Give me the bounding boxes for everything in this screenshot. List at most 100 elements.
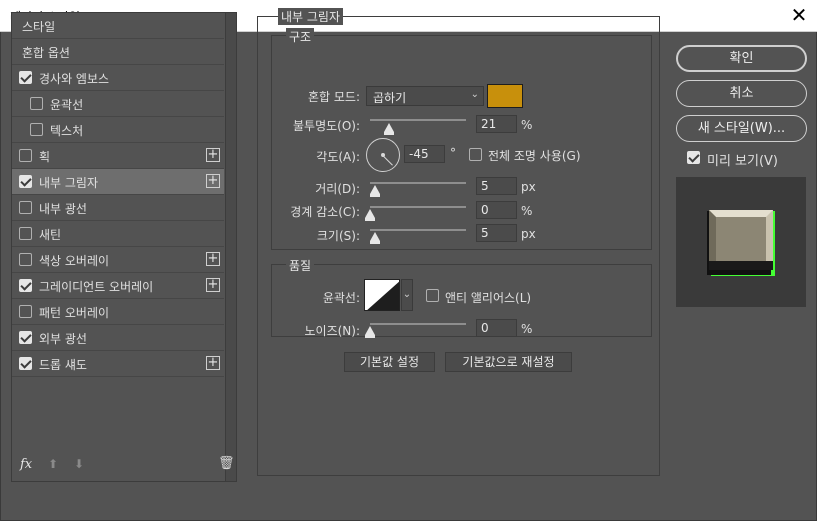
distance-unit: px (521, 180, 536, 194)
chevron-down-icon: ⌄ (470, 89, 479, 100)
angle-unit: ° (450, 146, 456, 160)
size-slider-track[interactable] (370, 229, 466, 231)
style-item[interactable]: 색상 오버레이 + (12, 247, 224, 273)
style-preview (676, 177, 806, 307)
size-label: 크기(S): (316, 229, 360, 243)
opacity-label: 불투명도(O): (292, 119, 360, 133)
style-item-label: 그레이디언트 오버레이 (39, 280, 154, 294)
distance-input[interactable]: 5 (476, 177, 517, 195)
distance-slider-handle[interactable] (370, 185, 380, 197)
contour-curve-icon (367, 281, 399, 310)
trash-icon[interactable]: 🗑 (218, 456, 235, 471)
styles-scrollbar[interactable] (225, 13, 236, 481)
style-item-label: 새틴 (39, 228, 62, 242)
style-item-label: 획 (39, 150, 51, 164)
style-item[interactable]: 획 + (12, 143, 224, 169)
global-light-checkbox[interactable] (469, 148, 482, 161)
choke-slider-handle[interactable] (365, 209, 375, 221)
noise-unit: % (521, 322, 533, 336)
style-item[interactable]: 외부 광선 (12, 325, 224, 351)
style-item-checkbox[interactable] (19, 149, 32, 162)
choke-input[interactable]: 0 (476, 201, 517, 219)
style-item-checkbox[interactable] (19, 175, 32, 188)
distance-label: 거리(D): (315, 182, 360, 196)
distance-slider-track[interactable] (370, 182, 466, 184)
add-icon[interactable]: + (206, 356, 220, 370)
style-item[interactable]: 경사와 엠보스 (12, 65, 224, 91)
choke-slider-track[interactable] (370, 206, 466, 208)
shadow-color-swatch[interactable] (487, 84, 523, 108)
new-style-button[interactable]: 새 스타일(W)... (676, 115, 807, 142)
make-default-button[interactable]: 기본값 설정 (344, 352, 435, 372)
style-item-label: 경사와 엠보스 (39, 72, 110, 86)
style-item-label: 색상 오버레이 (39, 254, 110, 268)
move-down-icon[interactable]: ⬇ (74, 457, 84, 471)
global-light-label: 전체 조명 사용(G) (488, 149, 581, 163)
structure-title: 구조 (286, 28, 315, 45)
style-item[interactable]: 패턴 오버레이 (12, 299, 224, 325)
style-item[interactable]: 혼합 옵션 (12, 39, 224, 65)
ok-button[interactable]: 확인 (676, 45, 807, 72)
style-item-checkbox[interactable] (19, 201, 32, 214)
opacity-unit: % (521, 118, 533, 132)
style-item[interactable]: 그레이디언트 오버레이 + (12, 273, 224, 299)
noise-input[interactable]: 0 (476, 319, 517, 337)
fx-icon[interactable]: fx (20, 457, 32, 472)
contour-picker[interactable] (364, 279, 400, 311)
style-item[interactable]: 스타일 (12, 13, 224, 39)
opacity-slider-track[interactable] (370, 119, 466, 121)
style-item-checkbox[interactable] (19, 305, 32, 318)
choke-label: 경계 감소(C): (290, 205, 360, 219)
angle-label: 각도(A): (316, 150, 360, 164)
preview-checkbox[interactable] (687, 151, 700, 164)
add-icon[interactable]: + (206, 278, 220, 292)
style-item-label: 혼합 옵션 (22, 46, 70, 60)
style-item-label: 내부 그림자 (39, 176, 99, 190)
style-item-label: 외부 광선 (39, 332, 87, 346)
close-icon[interactable]: ✕ (787, 4, 811, 28)
noise-slider-handle[interactable] (365, 326, 375, 338)
angle-input[interactable]: -45 (404, 145, 445, 163)
blend-mode-value: 곱하기 (373, 91, 407, 105)
style-item-checkbox[interactable] (19, 71, 32, 84)
cancel-button[interactable]: 취소 (676, 80, 807, 107)
style-item-label: 내부 광선 (39, 202, 87, 216)
inner-shadow-title: 내부 그림자 (278, 8, 344, 25)
style-item[interactable]: 드롭 섀도 + (12, 351, 224, 377)
style-item[interactable]: 새틴 (12, 221, 224, 247)
contour-dropdown-icon[interactable]: ⌄ (401, 279, 413, 311)
style-item[interactable]: 윤곽선 (12, 91, 224, 117)
add-icon[interactable]: + (206, 148, 220, 162)
style-item-checkbox[interactable] (30, 123, 43, 136)
style-item[interactable]: 텍스처 (12, 117, 224, 143)
reset-default-button[interactable]: 기본값으로 재설정 (445, 352, 572, 372)
styles-panel: 스타일 혼합 옵션 경사와 엠보스 윤곽선 텍스처 획 + 내부 그림자 + 내부 광선 새틴 색상 … (11, 12, 237, 482)
style-item-label: 드롭 섀도 (39, 358, 87, 372)
preview-thumbnail (707, 210, 775, 276)
noise-slider-track[interactable] (370, 323, 466, 325)
style-item-checkbox[interactable] (19, 357, 32, 370)
style-item-label: 텍스처 (50, 124, 84, 138)
angle-dial[interactable] (366, 138, 400, 172)
styles-footer: fx ⬆ ⬇ 🗑 (12, 453, 235, 481)
add-icon[interactable]: + (206, 174, 220, 188)
size-slider-handle[interactable] (370, 232, 380, 244)
anti-alias-label: 앤티 앨리어스(L) (445, 291, 532, 305)
move-up-icon[interactable]: ⬆ (48, 457, 58, 471)
style-item[interactable]: 내부 그림자 + (12, 169, 224, 195)
style-item-checkbox[interactable] (19, 331, 32, 344)
style-item[interactable]: 내부 광선 (12, 195, 224, 221)
style-item-checkbox[interactable] (19, 279, 32, 292)
blend-mode-select[interactable]: 곱하기 ⌄ (366, 86, 484, 106)
opacity-input[interactable]: 21 (476, 115, 517, 133)
size-unit: px (521, 227, 536, 241)
opacity-slider-handle[interactable] (384, 123, 394, 135)
preview-label: 미리 보기(V) (707, 154, 779, 169)
style-item-label: 스타일 (22, 20, 56, 34)
style-item-checkbox[interactable] (30, 97, 43, 110)
size-input[interactable]: 5 (476, 224, 517, 242)
add-icon[interactable]: + (206, 252, 220, 266)
style-item-checkbox[interactable] (19, 253, 32, 266)
anti-alias-checkbox[interactable] (426, 289, 439, 302)
style-item-checkbox[interactable] (19, 227, 32, 240)
